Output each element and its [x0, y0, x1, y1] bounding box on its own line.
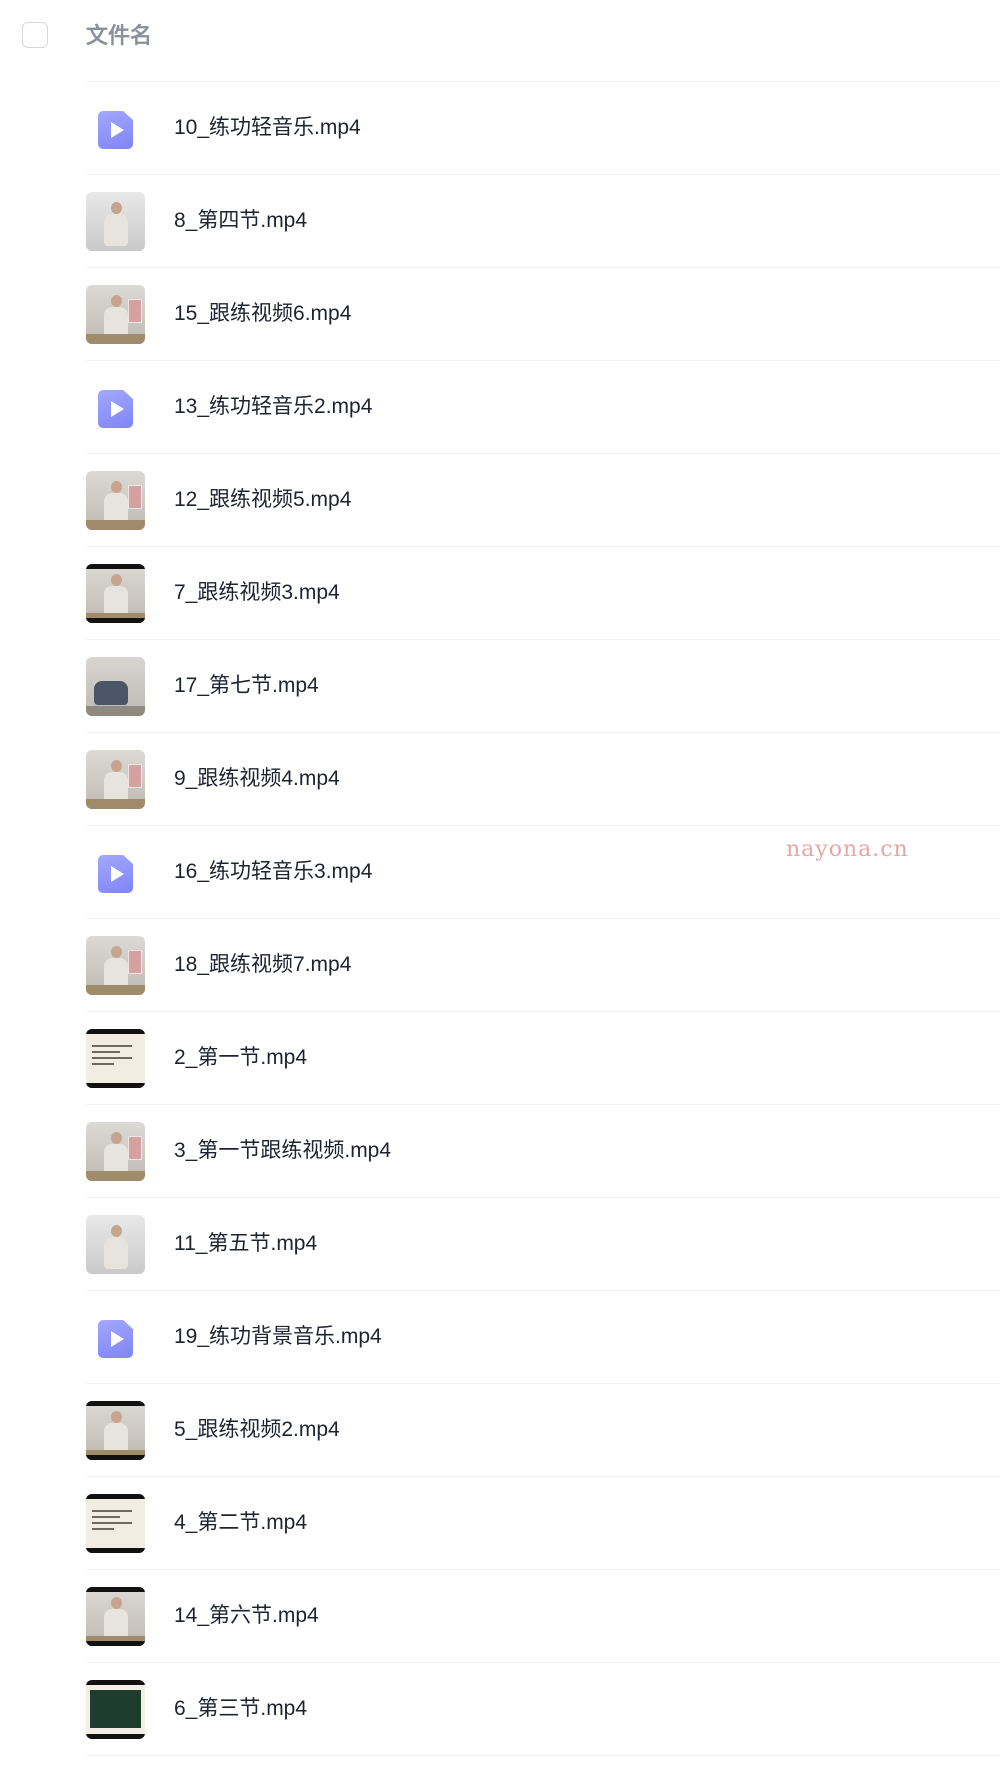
- file-row[interactable]: 18_跟练视频7.mp4: [0, 919, 1000, 1012]
- file-shape-icon: [98, 855, 133, 893]
- column-title-filename: 文件名: [86, 23, 153, 48]
- file-shape-icon: [98, 111, 133, 149]
- file-name[interactable]: 4_第二节.mp4: [174, 1509, 307, 1537]
- file-name[interactable]: 3_第一节跟练视频.mp4: [174, 1137, 391, 1165]
- file-list-header: 文件名: [0, 0, 1000, 82]
- file-row[interactable]: 2_第一节.mp4: [0, 1012, 1000, 1105]
- file-row[interactable]: 17_第七节.mp4: [0, 640, 1000, 733]
- file-row[interactable]: 9_跟练视频4.mp4: [0, 733, 1000, 826]
- video-thumbnail: [86, 1122, 145, 1181]
- file-name[interactable]: 18_跟练视频7.mp4: [174, 951, 351, 979]
- file-name[interactable]: 11_第五节.mp4: [174, 1230, 317, 1258]
- file-name[interactable]: 12_跟练视频5.mp4: [174, 486, 351, 514]
- play-file-icon: [86, 1308, 145, 1367]
- file-row[interactable]: 15_跟练视频6.mp4: [0, 268, 1000, 361]
- play-file-icon: [86, 843, 145, 902]
- play-icon: [111, 122, 124, 138]
- video-thumbnail: [86, 1587, 145, 1646]
- file-name[interactable]: 14_第六节.mp4: [174, 1602, 319, 1630]
- file-row[interactable]: 14_第六节.mp4: [0, 1570, 1000, 1663]
- file-name[interactable]: 13_练功轻音乐2.mp4: [174, 393, 372, 421]
- play-icon: [111, 866, 124, 882]
- play-icon: [111, 401, 124, 417]
- video-thumbnail: [86, 1215, 145, 1274]
- file-row[interactable]: 7_跟练视频3.mp4: [0, 547, 1000, 640]
- watermark: nayona.cn: [786, 837, 909, 862]
- select-all-checkbox[interactable]: [22, 22, 48, 48]
- file-name[interactable]: 8_第四节.mp4: [174, 207, 307, 235]
- file-row[interactable]: 19_练功背景音乐.mp4: [0, 1291, 1000, 1384]
- video-thumbnail: [86, 1401, 145, 1460]
- video-thumbnail: [86, 1680, 145, 1739]
- file-shape-icon: [98, 390, 133, 428]
- video-thumbnail: [86, 750, 145, 809]
- video-thumbnail: [86, 936, 145, 995]
- file-row[interactable]: 12_跟练视频5.mp4: [0, 454, 1000, 547]
- file-name[interactable]: 16_练功轻音乐3.mp4: [174, 858, 372, 886]
- play-file-icon: [86, 99, 145, 158]
- file-row[interactable]: 5_跟练视频2.mp4: [0, 1384, 1000, 1477]
- file-row[interactable]: 10_练功轻音乐.mp4: [0, 82, 1000, 175]
- file-name[interactable]: 6_第三节.mp4: [174, 1695, 307, 1723]
- file-name[interactable]: 2_第一节.mp4: [174, 1044, 307, 1072]
- video-thumbnail: [86, 471, 145, 530]
- video-thumbnail: [86, 1494, 145, 1553]
- file-name[interactable]: 19_练功背景音乐.mp4: [174, 1323, 382, 1351]
- play-file-icon: [86, 378, 145, 437]
- file-name[interactable]: 9_跟练视频4.mp4: [174, 765, 340, 793]
- file-row[interactable]: 6_第三节.mp4: [0, 1663, 1000, 1756]
- file-name[interactable]: 7_跟练视频3.mp4: [174, 579, 340, 607]
- file-name[interactable]: 17_第七节.mp4: [174, 672, 319, 700]
- video-thumbnail: [86, 1029, 145, 1088]
- play-icon: [111, 1331, 124, 1347]
- file-row[interactable]: 13_练功轻音乐2.mp4: [0, 361, 1000, 454]
- file-row[interactable]: 4_第二节.mp4: [0, 1477, 1000, 1570]
- video-thumbnail: [86, 564, 145, 623]
- video-thumbnail: [86, 192, 145, 251]
- file-name[interactable]: 15_跟练视频6.mp4: [174, 300, 351, 328]
- file-row[interactable]: 8_第四节.mp4: [0, 175, 1000, 268]
- file-shape-icon: [98, 1320, 133, 1358]
- file-list: 10_练功轻音乐.mp4 8_第四节.mp4 15_跟练视频6.mp4 13_练功轻音…: [0, 82, 1000, 1756]
- file-row[interactable]: 11_第五节.mp4: [0, 1198, 1000, 1291]
- file-name[interactable]: 10_练功轻音乐.mp4: [174, 114, 361, 142]
- video-thumbnail: [86, 657, 145, 716]
- video-thumbnail: [86, 285, 145, 344]
- file-row[interactable]: 3_第一节跟练视频.mp4: [0, 1105, 1000, 1198]
- file-name[interactable]: 5_跟练视频2.mp4: [174, 1416, 340, 1444]
